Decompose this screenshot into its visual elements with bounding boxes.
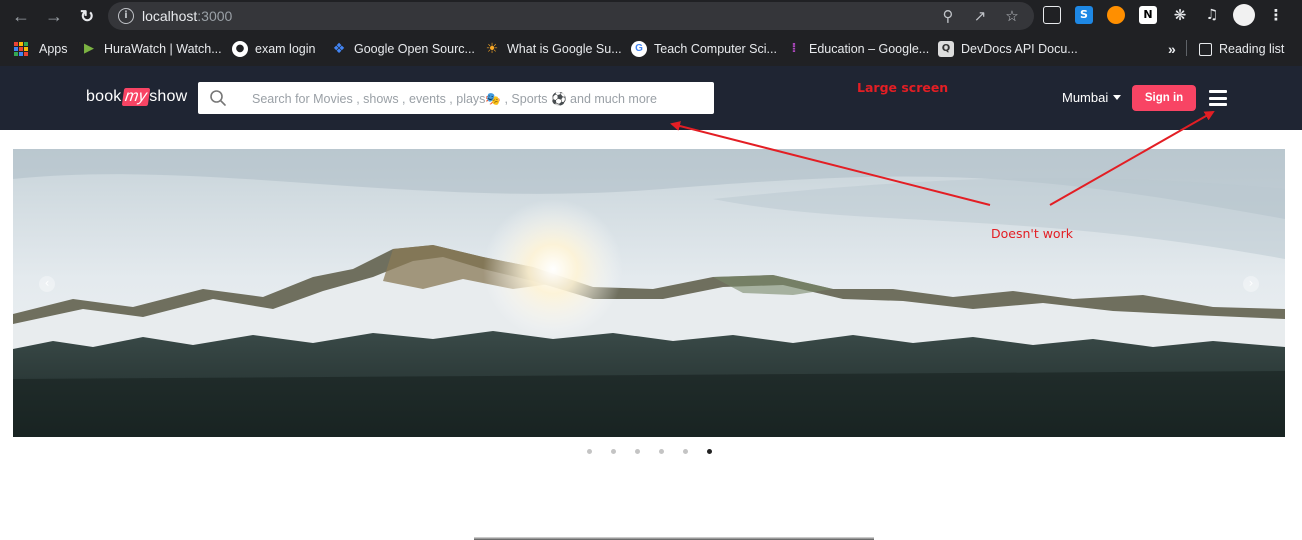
city-label: Mumbai [1062, 90, 1109, 105]
google-g-icon: G [631, 41, 647, 57]
bookmark-label: Apps [39, 42, 68, 56]
address-bar[interactable]: i localhost:3000 ⚲ ↗ ☆ [108, 2, 1034, 30]
carousel-prev-button[interactable]: ‹ [39, 276, 55, 292]
dots-grid-icon: ⁞ [791, 41, 797, 56]
url-text[interactable]: localhost:3000 [142, 8, 232, 24]
carousel-dot[interactable] [683, 449, 688, 454]
bookmark-devdocs[interactable]: Q DevDocs API Docu... [938, 40, 1078, 58]
site-header: bookmyshow Mumbai Sign in [0, 66, 1302, 130]
kebab-menu-icon[interactable]: ⋮ [1267, 6, 1285, 24]
url-host: localhost [142, 8, 198, 24]
chevron-down-icon [1113, 95, 1122, 100]
google-os-icon: ❖ [332, 41, 346, 57]
back-arrow-icon[interactable]: ← [10, 5, 32, 27]
devdocs-icon: Q [938, 41, 954, 57]
bookmark-label: Google Open Sourc... [354, 42, 475, 56]
reading-list-icon [1199, 42, 1212, 56]
bookmark-hurawatch[interactable]: ▶ HuraWatch | Watch... [81, 40, 222, 58]
carousel-dot[interactable] [635, 449, 640, 454]
hamburger-menu-icon[interactable] [1209, 90, 1227, 106]
logo-text-my: my [121, 88, 150, 106]
bookmark-label: exam login [255, 42, 316, 56]
search-input[interactable] [252, 89, 702, 109]
hero-banner-image [13, 149, 1285, 437]
bookmark-apps[interactable]: Apps [13, 40, 68, 58]
sun-icon: ☀ [485, 41, 499, 57]
carousel-dot[interactable] [611, 449, 616, 454]
bookmark-exam-login[interactable]: ● exam login [232, 40, 315, 58]
browser-toolbar: ← → ↻ i localhost:3000 ⚲ ↗ ☆ S N ❋ ♫ ⋮ [0, 0, 1302, 32]
reading-list-label: Reading list [1219, 42, 1285, 56]
search-box[interactable] [198, 82, 714, 114]
bookmark-education-google[interactable]: ⁞ Education – Google... [786, 40, 930, 58]
bookmarks-bar: Apps ▶ HuraWatch | Watch... ● exam login… [0, 32, 1302, 66]
reload-icon[interactable]: ↻ [76, 5, 98, 27]
bookmark-label: What is Google Su... [507, 42, 622, 56]
share-icon[interactable]: ↗ [970, 6, 990, 26]
mascot-extension-icon[interactable] [1107, 6, 1125, 24]
globe-icon: ● [232, 41, 248, 57]
bookmark-label: Teach Computer Sci... [654, 42, 777, 56]
notion-icon[interactable]: N [1139, 6, 1157, 24]
hero-carousel[interactable]: ‹ › [13, 149, 1285, 437]
tab-search-icon[interactable] [1043, 6, 1061, 24]
media-control-icon[interactable]: ♫ [1203, 6, 1221, 24]
zoom-icon[interactable]: ⚲ [938, 6, 958, 26]
logo-text-show: show [149, 88, 188, 105]
profile-avatar[interactable] [1233, 4, 1255, 26]
annotation-doesnt-work: Doesn't work [991, 226, 1073, 241]
bookmark-label: Education – Google... [809, 42, 930, 56]
carousel-dot[interactable] [587, 449, 592, 454]
bookmark-teach-cs[interactable]: G Teach Computer Sci... [631, 40, 777, 58]
carousel-next-button[interactable]: › [1243, 276, 1259, 292]
sign-in-button[interactable]: Sign in [1132, 85, 1196, 111]
bookmark-label: DevDocs API Docu... [961, 42, 1078, 56]
puzzle-icon[interactable]: ❋ [1171, 6, 1189, 24]
star-icon[interactable]: ☆ [1002, 6, 1022, 26]
reading-list[interactable]: Reading list [1199, 40, 1284, 58]
carousel-dot-active[interactable] [707, 449, 712, 454]
url-port: :3000 [197, 8, 233, 24]
play-icon: ▶ [84, 41, 94, 56]
s-extension-icon[interactable]: S [1075, 6, 1093, 24]
carousel-dot[interactable] [659, 449, 664, 454]
search-icon [210, 90, 226, 106]
bookmark-google-open-source[interactable]: ❖ Google Open Sourc... [331, 40, 475, 58]
bookmarks-divider [1186, 40, 1187, 56]
apps-grid-icon [13, 41, 29, 57]
forward-arrow-icon[interactable]: → [43, 5, 65, 27]
carousel-indicators [0, 449, 1302, 457]
logo-text-book: book [86, 88, 122, 105]
bookmyshow-logo[interactable]: book my show [86, 88, 187, 106]
bookmarks-overflow[interactable]: » [1168, 40, 1176, 58]
city-selector[interactable]: Mumbai [1062, 90, 1122, 105]
bookmark-google-summer[interactable]: ☀ What is Google Su... [484, 40, 622, 58]
annotation-large-screen: Large screen [857, 80, 949, 95]
info-icon[interactable]: i [118, 8, 134, 24]
bookmark-label: HuraWatch | Watch... [104, 42, 222, 56]
